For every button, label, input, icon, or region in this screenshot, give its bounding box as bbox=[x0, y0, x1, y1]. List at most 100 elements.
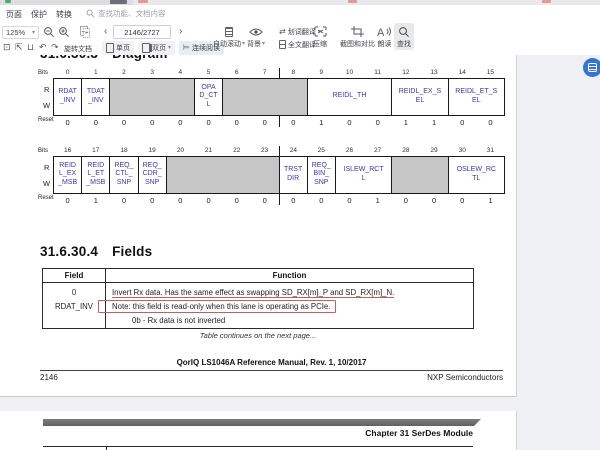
reset-value: 0 bbox=[166, 115, 194, 127]
section-heading-fields: 31.6.30.4Fields bbox=[40, 244, 152, 259]
zoom-level-select[interactable]: 125% ▾ bbox=[2, 26, 39, 39]
rotate-document-label[interactable]: 旋转文档 bbox=[64, 44, 92, 54]
search-icon bbox=[398, 25, 410, 38]
compress-button[interactable]: 压缩 bbox=[313, 25, 327, 49]
reset-value: 0 bbox=[138, 115, 166, 127]
fit-width-button[interactable]: ⇱ bbox=[15, 43, 23, 52]
zoom-in-button[interactable] bbox=[58, 26, 70, 38]
reserved-bits-cell bbox=[392, 156, 448, 193]
reset-value: 0 bbox=[166, 193, 194, 205]
next-page-button[interactable]: › bbox=[179, 27, 182, 37]
bit-number: 6 bbox=[223, 68, 251, 78]
chevron-down-icon: ▾ bbox=[262, 41, 265, 47]
fit-page-button[interactable]: ⊔ bbox=[27, 43, 34, 52]
reset-value: 0 bbox=[54, 193, 82, 205]
previous-page-button[interactable]: ‹ bbox=[104, 27, 107, 37]
reserved-bits-cell bbox=[166, 156, 279, 193]
reset-value: 0 bbox=[54, 115, 82, 127]
bit-number: 12 bbox=[392, 68, 420, 78]
bit-number: 15 bbox=[476, 68, 504, 78]
search-placeholder: 查找功能、文档内容 bbox=[98, 8, 166, 19]
background-button[interactable]: 背景 ▾ bbox=[247, 25, 265, 49]
register-field-cell: OPA D_CT L bbox=[194, 78, 222, 115]
zoom-level-value: 125% bbox=[6, 28, 25, 37]
bit-number: 21 bbox=[194, 146, 222, 156]
page-number-input[interactable]: 2146/2727 bbox=[113, 25, 171, 39]
pdf-page: 31.6.30.3Diagram Bits R W Reset 01234567… bbox=[0, 55, 517, 397]
reset-value: 0 bbox=[392, 193, 420, 205]
chapter-header-bar bbox=[43, 419, 481, 426]
bits-label: Bits bbox=[38, 70, 52, 76]
menu-item-protect[interactable]: 保护 bbox=[31, 9, 47, 20]
next-table-top-border bbox=[43, 446, 473, 447]
chapter-header-title: Chapter 31 SerDes Module bbox=[43, 428, 473, 438]
zoom-out-button[interactable] bbox=[43, 26, 55, 38]
field-name: RDAT_INV bbox=[43, 302, 105, 311]
register-field-cell: REIDL_TH bbox=[307, 78, 392, 115]
two-page-view-button[interactable]: 双页 ▾ bbox=[138, 41, 175, 55]
bit-number: 31 bbox=[476, 146, 504, 156]
register-bit-table: 0123456789101112131415RDAT _INVTDAT _INV… bbox=[53, 68, 505, 127]
register-field-cell: OSLEW_RC TL bbox=[448, 156, 504, 193]
search-icon bbox=[86, 9, 95, 18]
register-field-cell: RDAT _INV bbox=[54, 78, 82, 115]
find-button[interactable]: 查找 bbox=[394, 23, 414, 50]
chevron-down-icon: ▾ bbox=[32, 30, 35, 36]
single-page-view-button[interactable]: 单页 bbox=[102, 41, 134, 55]
read-aloud-button[interactable]: A 朗读 bbox=[377, 25, 392, 49]
reset-value: 0 bbox=[194, 193, 222, 205]
rotate-right-button[interactable]: ↷ bbox=[51, 43, 59, 52]
reset-value: 0 bbox=[251, 193, 279, 205]
bit-number: 3 bbox=[138, 68, 166, 78]
register-field-cell: TDAT _INV bbox=[82, 78, 110, 115]
reset-value: 0 bbox=[335, 115, 363, 127]
rotate-page-icon[interactable]: ⎘ bbox=[80, 24, 90, 40]
screenshot-compare-button[interactable]: 截图和对比 bbox=[340, 25, 375, 49]
register-field-cell: REQ_ CTL_ SNP bbox=[110, 156, 138, 193]
write-label: W bbox=[43, 179, 57, 188]
function-column-header: Function bbox=[106, 269, 473, 282]
reserved-bits-cell bbox=[110, 78, 195, 115]
translate-icon bbox=[588, 63, 597, 72]
menu-item-convert[interactable]: 转换 bbox=[56, 9, 72, 20]
reset-label: Reset bbox=[38, 195, 52, 201]
floating-translate-button[interactable] bbox=[583, 58, 600, 77]
note-annotation-box: Note: this field is read-only when this … bbox=[98, 300, 336, 313]
register-field-cell: TRST DIR bbox=[279, 156, 307, 193]
field-column-header: Field bbox=[43, 269, 106, 282]
rotate-left-button[interactable]: ↶ bbox=[39, 43, 47, 52]
fields-table-header: Field Function bbox=[43, 269, 473, 283]
function-search-input[interactable]: 查找功能、文档内容 bbox=[86, 8, 166, 19]
auto-scroll-button[interactable]: 自动滚动 ▾ bbox=[213, 25, 245, 49]
fields-table: Field Function 0 RDAT_INV Invert Rx data… bbox=[42, 268, 474, 329]
reset-value: 0 bbox=[223, 193, 251, 205]
translate-swap-icon: ⇄ bbox=[279, 28, 286, 36]
reset-value: 1 bbox=[307, 115, 335, 127]
reset-value: 0 bbox=[82, 115, 110, 127]
tab-remnant-red bbox=[348, 0, 357, 3]
reset-value: 1 bbox=[364, 193, 392, 205]
menu-item-page[interactable]: 页面 bbox=[6, 9, 22, 20]
register-field-cell: REID L_EX _MSB bbox=[54, 156, 82, 193]
bit-number: 1 bbox=[82, 68, 110, 78]
eye-icon bbox=[249, 25, 263, 38]
read-label: R bbox=[44, 85, 58, 94]
footer-rule bbox=[40, 370, 503, 371]
reset-value: 0 bbox=[110, 115, 138, 127]
reset-value: 1 bbox=[476, 193, 504, 205]
reset-value: 0 bbox=[251, 115, 279, 127]
reset-value: 0 bbox=[476, 115, 504, 127]
register-field-cell: REIDL_EX_S EL bbox=[392, 78, 448, 115]
register-field-cell: REIDL_ET_S EL bbox=[448, 78, 504, 115]
bit-number: 5 bbox=[194, 68, 222, 78]
document-scroll-area[interactable]: 31.6.30.3Diagram Bits R W Reset 01234567… bbox=[0, 55, 600, 450]
section-heading-diagram: 31.6.30.3Diagram bbox=[40, 55, 168, 61]
write-label: W bbox=[43, 101, 57, 110]
register-diagram-row: Bits R W Reset 1617181920212223242526272… bbox=[38, 146, 510, 205]
bit-number: 2 bbox=[110, 68, 138, 78]
read-label: R bbox=[44, 163, 58, 172]
actual-size-button[interactable]: ⊡ bbox=[3, 43, 11, 52]
auto-scroll-icon bbox=[225, 25, 233, 38]
single-page-icon bbox=[106, 43, 114, 53]
tab-remnant-red bbox=[138, 0, 148, 3]
